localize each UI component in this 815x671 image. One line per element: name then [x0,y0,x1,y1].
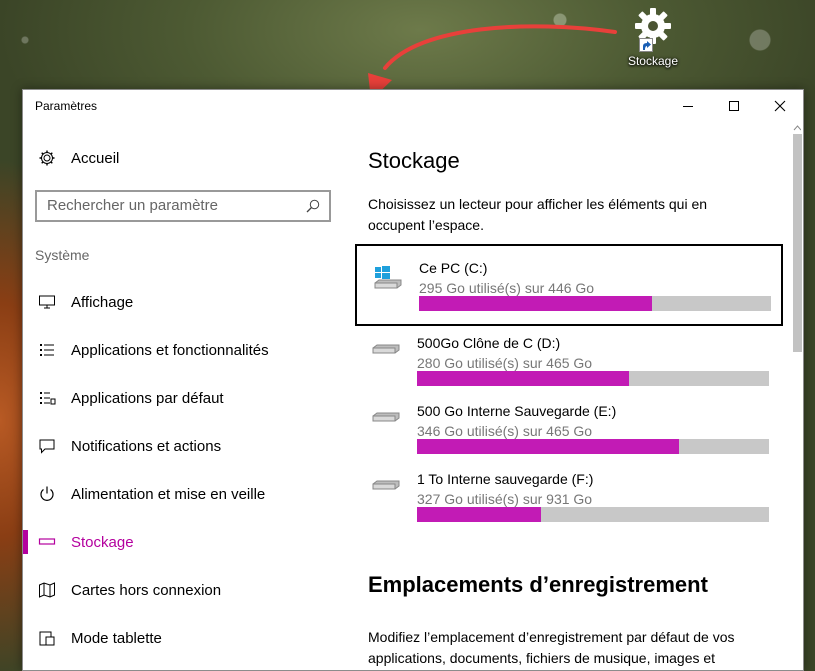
default-apps-icon [23,390,71,406]
drive-usage: 295 Go utilisé(s) sur 446 Go [419,280,595,296]
monitor-icon [23,294,71,310]
minimize-button[interactable] [665,90,711,122]
drive-usage-fill [417,371,629,386]
search-input[interactable] [47,197,297,214]
settings-window: Paramètres Accueil Système [22,89,804,671]
drive-list: Ce PC (C:) 295 Go utilisé(s) sur 446 Go … [355,244,783,530]
sidebar-item-label: Alimentation et mise en veille [71,485,266,503]
sidebar-item-storage[interactable]: Stockage [23,518,353,566]
drive-usage-bar [419,296,771,311]
drive-name: 500Go Clône de C (D:) [417,335,561,351]
close-button[interactable] [757,90,803,122]
sidebar-section-label: Système [35,247,90,263]
drive-usage: 346 Go utilisé(s) sur 465 Go [417,423,593,439]
maximize-button[interactable] [711,90,757,122]
sidebar-item-label: Mode tablette [71,629,162,647]
drive-item-e[interactable]: 500 Go Interne Sauvegarde (E:) 346 Go ut… [355,387,783,462]
drive-usage-fill [417,507,541,522]
drive-item-d[interactable]: 500Go Clône de C (D:) 280 Go utilisé(s) … [355,319,783,394]
app-list-icon [23,342,71,358]
drive-usage-bar [417,371,769,386]
page-title: Stockage [368,148,460,173]
sidebar-item-label: Stockage [71,533,134,551]
main-content: Stockage Choisissez un lecteur pour affi… [355,122,789,670]
sidebar-home-label: Accueil [71,149,120,167]
title-bar[interactable]: Paramètres [23,90,803,122]
sidebar-item-tablet-mode[interactable]: Mode tablette [23,614,353,662]
close-icon [774,100,786,112]
notification-icon [23,438,71,454]
gear-icon [23,149,71,167]
windows-drive-icon [373,266,403,297]
drive-icon [371,407,401,432]
vertical-scrollbar[interactable] [791,124,803,670]
sidebar-nav: Affichage Applications et fonctionnalité… [23,278,353,662]
drive-icon [371,475,401,500]
sidebar-item-default-apps[interactable]: Applications par défaut [23,374,353,422]
drive-usage-bar [417,439,769,454]
sidebar-item-label: Notifications et actions [71,437,222,455]
scroll-up-icon[interactable] [793,124,801,134]
save-locations-description: Modifiez l’emplacement d’enregistrement … [368,629,735,666]
tablet-icon [23,629,71,647]
drive-usage-fill [417,439,679,454]
sidebar-item-offline-maps[interactable]: Cartes hors connexion [23,566,353,614]
sidebar-item-label: Cartes hors connexion [71,581,222,599]
drive-usage: 327 Go utilisé(s) sur 931 Go [417,491,593,507]
settings-search[interactable] [35,190,331,222]
sidebar-item-label: Affichage [71,293,134,311]
drive-usage-fill [419,296,652,311]
search-icon[interactable] [305,198,321,219]
sidebar-home[interactable]: Accueil [23,146,353,170]
drive-name: 500 Go Interne Sauvegarde (E:) [417,403,617,419]
drive-usage: 280 Go utilisé(s) sur 465 Go [417,355,593,371]
drive-usage-bar [417,507,769,522]
minimize-icon [683,106,693,107]
power-icon [23,485,71,503]
window-title: Paramètres [35,99,98,113]
drive-name: Ce PC (C:) [419,260,488,276]
page-description: Choisissez un lecteur pour afficher les … [368,196,708,233]
scrollbar-thumb[interactable] [793,134,802,352]
sidebar-item-affichage[interactable]: Affichage [23,278,353,326]
settings-sidebar: Accueil Système Affichage Applications e… [23,122,353,670]
sidebar-item-applications[interactable]: Applications et fonctionnalités [23,326,353,374]
maximize-icon [729,101,739,111]
sidebar-item-label: Applications par défaut [71,389,224,407]
sidebar-item-power[interactable]: Alimentation et mise en veille [23,470,353,518]
sidebar-item-notifications[interactable]: Notifications et actions [23,422,353,470]
drive-icon [371,339,401,364]
storage-icon [23,536,71,548]
save-locations-title: Emplacements d’enregistrement [368,572,708,597]
drive-item-f[interactable]: 1 To Interne sauvegarde (F:) 327 Go util… [355,455,783,530]
drive-item-c[interactable]: Ce PC (C:) 295 Go utilisé(s) sur 446 Go [355,244,783,326]
map-icon [23,581,71,599]
sidebar-item-label: Applications et fonctionnalités [71,341,269,359]
drive-name: 1 To Interne sauvegarde (F:) [417,471,594,487]
